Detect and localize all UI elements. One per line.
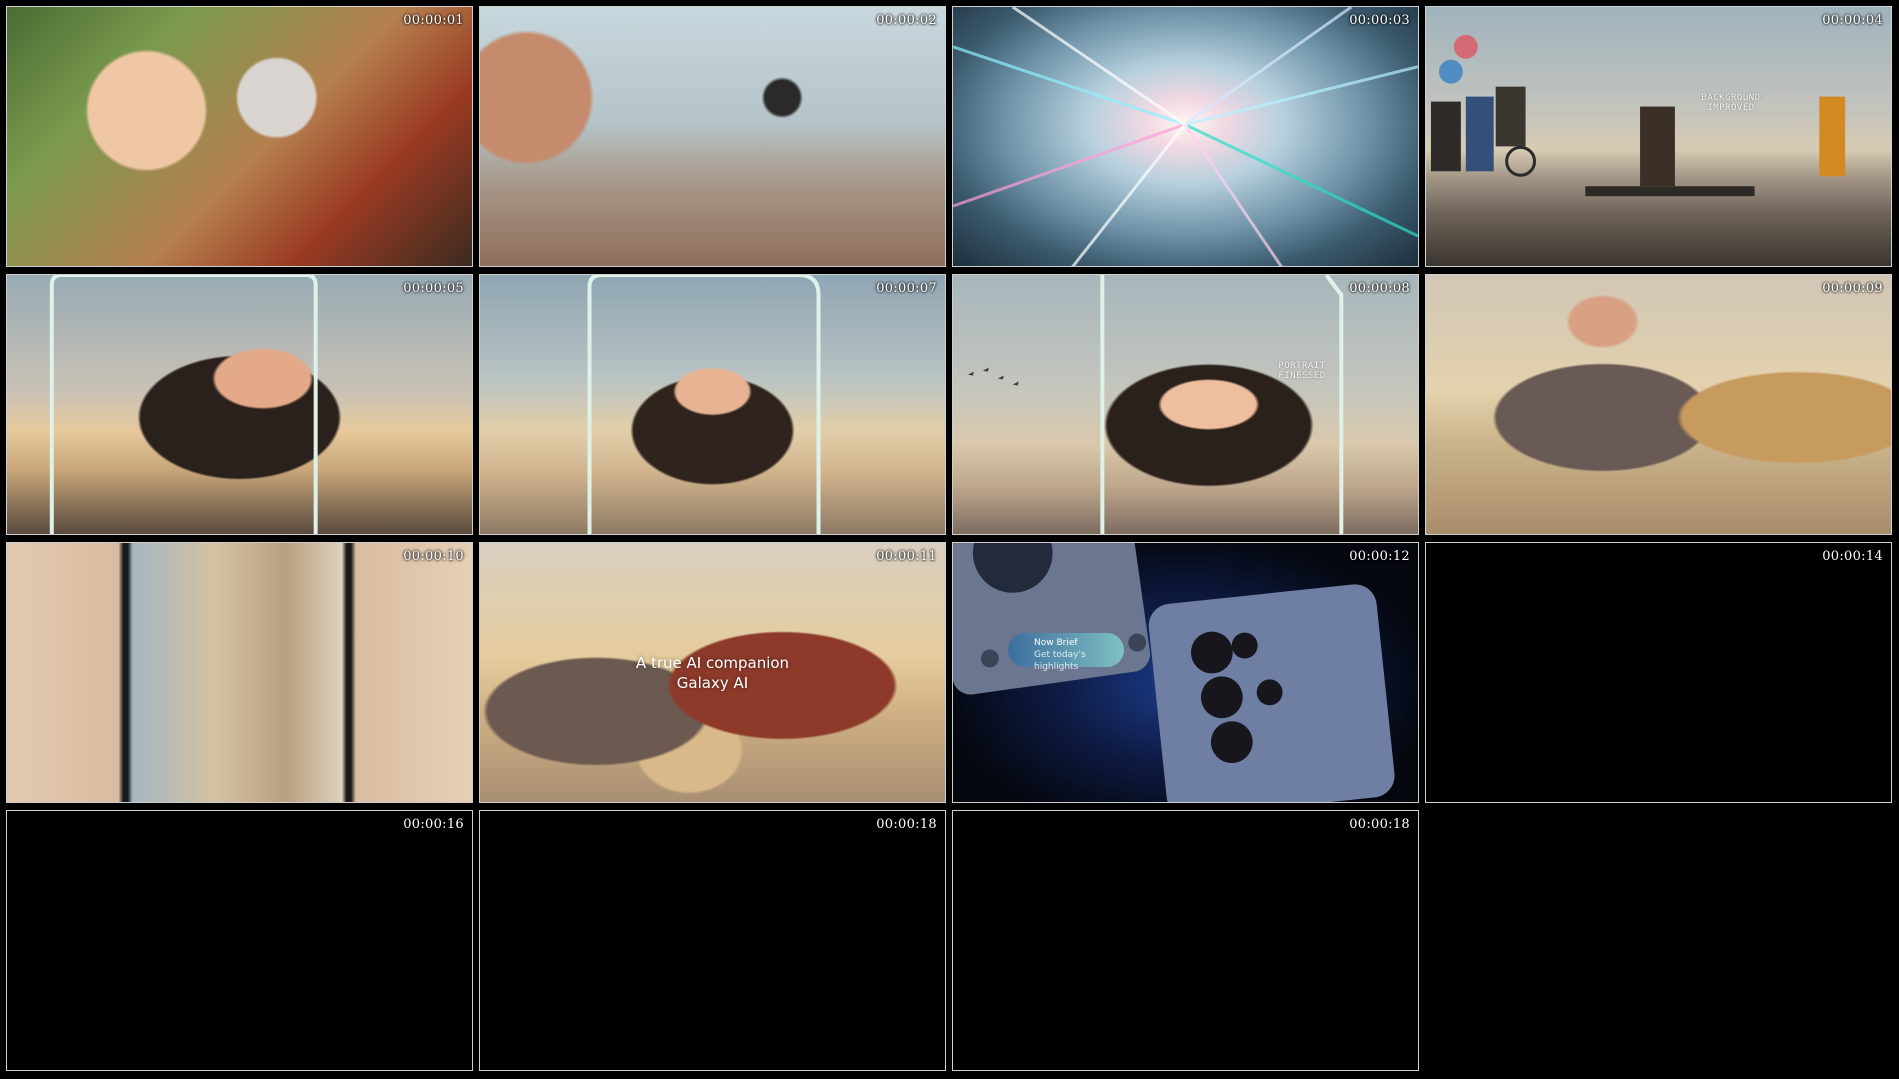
frame-timestamp: 00:00:03	[1349, 13, 1410, 28]
frame-caption-line1: A true AI companion	[635, 654, 790, 672]
frame-timestamp: 00:00:12	[1349, 549, 1410, 564]
lakeside-silhouettes	[1430, 34, 1846, 197]
video-frame-11: Now Brief Get today's highlights 00:00:1…	[952, 542, 1419, 803]
frame-timestamp: 00:00:18	[1349, 817, 1410, 832]
frame-caption-line2: Galaxy AI	[676, 674, 749, 692]
frame-timestamp: 00:00:16	[403, 817, 464, 832]
now-brief-pill: Now Brief Get today's highlights	[1008, 633, 1124, 672]
frame-scene-woman-with-dog	[1426, 275, 1891, 534]
frame-timestamp: 00:00:11	[876, 549, 937, 564]
frame-timestamp: 00:00:09	[1822, 281, 1883, 296]
frame-timestamp: 00:00:18	[876, 817, 937, 832]
now-brief-title: Now Brief	[1034, 638, 1078, 648]
frame-scene-man-selfie	[7, 7, 472, 266]
video-frame-5: 00:00:05	[6, 274, 473, 535]
frame-scene-hand-holding-phone	[7, 543, 472, 802]
frame-overlay-text: BACKGROUND IMPROVED	[1701, 93, 1761, 113]
video-frame-8: 00:00:09	[1425, 274, 1892, 535]
frame-scene-man-filming	[480, 7, 945, 266]
frame-timestamp: 00:00:01	[403, 13, 464, 28]
warp-streaks	[953, 7, 1418, 266]
frame-outline	[49, 275, 318, 534]
frame-timestamp: 00:00:04	[1822, 13, 1883, 28]
now-brief-subtitle: Get today's highlights	[1034, 650, 1086, 672]
video-frame-6: 00:00:07	[479, 274, 946, 535]
frame-timestamp: 00:00:05	[403, 281, 464, 296]
frame-outline	[967, 275, 1344, 534]
empty-grid-cell	[1425, 810, 1892, 1071]
video-frame-13: 00:00:16	[6, 810, 473, 1071]
frame-outline	[587, 275, 821, 534]
video-frame-7: PORTRAIT FINESSED 00:00:08	[952, 274, 1419, 535]
video-frame-3: 00:00:03	[952, 6, 1419, 267]
video-frame-10: A true AI companion Galaxy AI 00:00:11	[479, 542, 946, 803]
video-frame-2: 00:00:02	[479, 6, 946, 267]
video-frame-4: BACKGROUND IMPROVED 00:00:04	[1425, 6, 1892, 267]
video-frame-9: 00:00:10	[6, 542, 473, 803]
frame-timestamp: 00:00:10	[403, 549, 464, 564]
frame-timestamp: 00:00:07	[876, 281, 937, 296]
phone-render	[953, 543, 1395, 802]
video-frame-15: 00:00:18	[952, 810, 1419, 1071]
video-frame-14: 00:00:18	[479, 810, 946, 1071]
frame-timestamp: 00:00:14	[1822, 549, 1883, 564]
frame-overlay-text: PORTRAIT FINESSED	[1278, 361, 1326, 381]
frame-timestamp: 00:00:02	[876, 13, 937, 28]
frame-timestamp: 00:00:08	[1349, 281, 1410, 296]
video-frame-12: 00:00:14	[1425, 542, 1892, 803]
video-frame-1: 00:00:01	[6, 6, 473, 267]
frame-grid: 00:00:01 00:00:02 00:00:03 BACKGROUND IM…	[6, 6, 1893, 1073]
